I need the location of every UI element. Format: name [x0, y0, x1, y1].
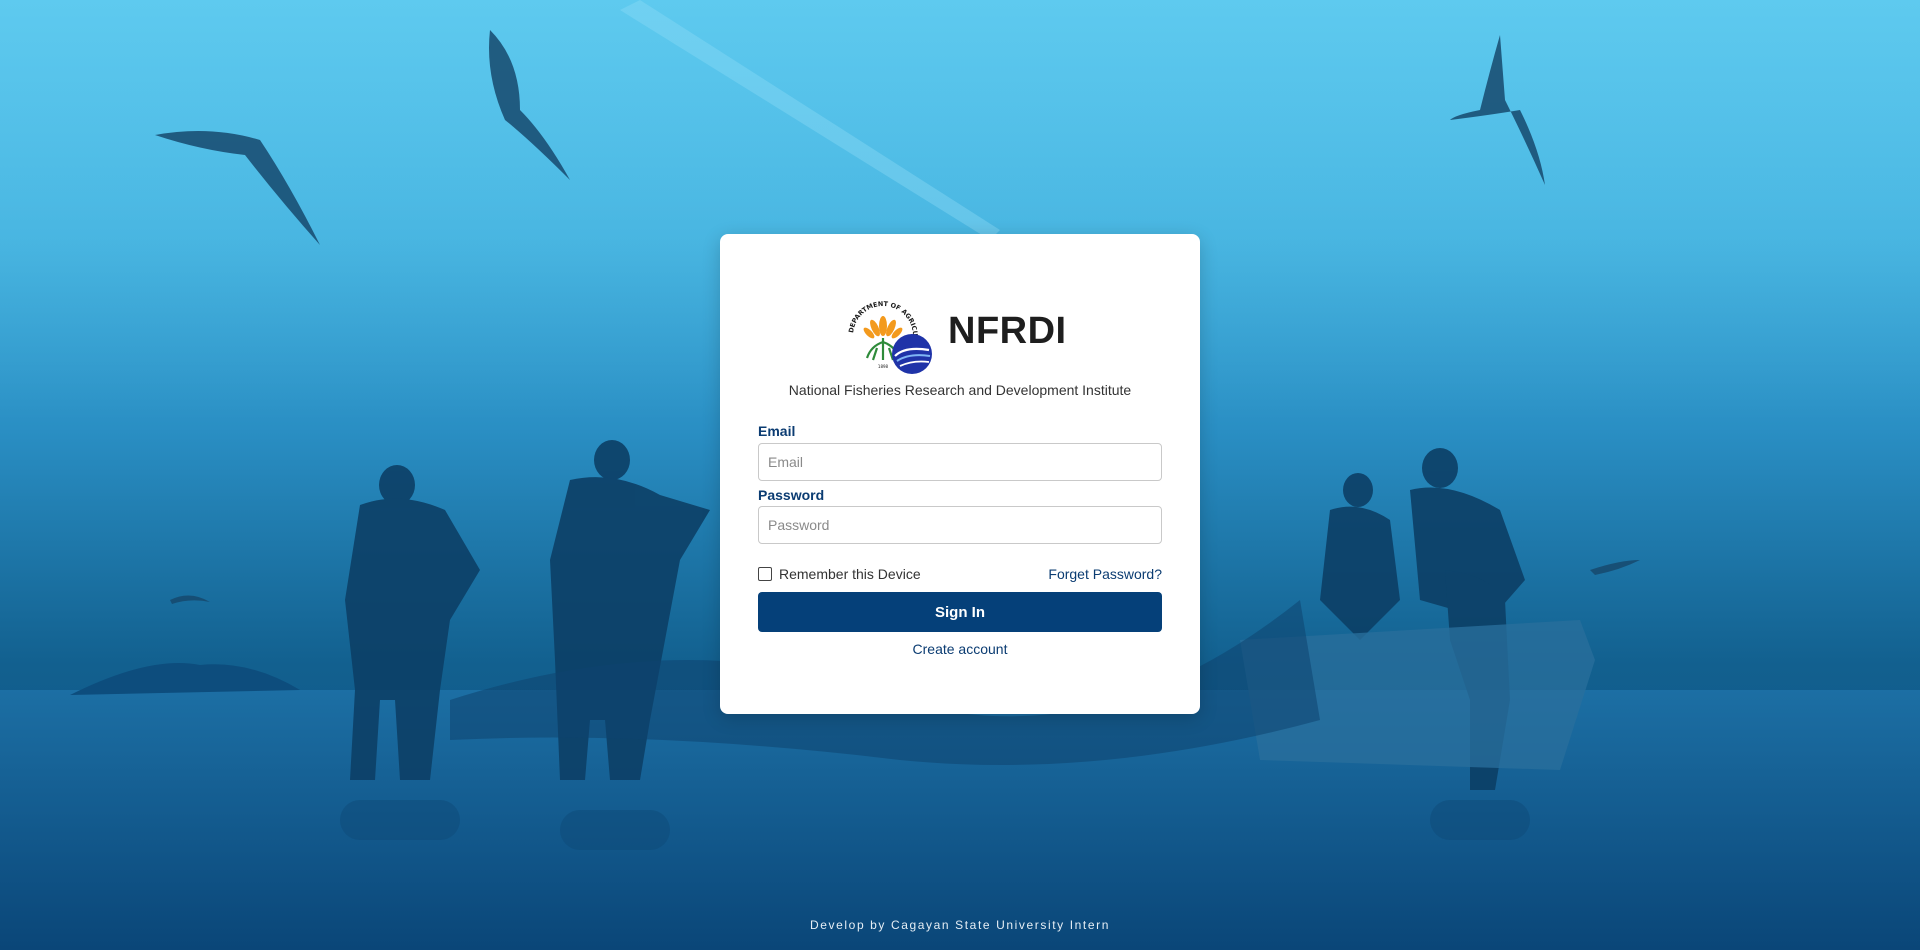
email-label: Email — [758, 423, 796, 439]
email-field[interactable] — [758, 443, 1162, 481]
brand-name: NFRDI — [948, 310, 1067, 352]
password-label: Password — [758, 487, 825, 503]
create-account-link[interactable]: Create account — [913, 641, 1008, 657]
footer-credit: Develop by Cagayan State University Inte… — [810, 918, 1110, 932]
svg-text:1898: 1898 — [878, 364, 889, 369]
login-card: DEPARTMENT OF AGRICULTURE 1898 — [720, 234, 1200, 714]
forget-password-link[interactable]: Forget Password? — [1048, 565, 1162, 583]
password-field[interactable] — [758, 506, 1162, 544]
brand-subtitle: National Fisheries Research and Developm… — [788, 382, 1132, 398]
remember-checkbox[interactable] — [758, 567, 772, 581]
da-bfar-logo: DEPARTMENT OF AGRICULTURE 1898 — [843, 298, 932, 374]
sign-in-button[interactable]: Sign In — [758, 592, 1162, 632]
create-account-row: Create account — [720, 641, 1200, 657]
remember-device: Remember this Device — [758, 565, 921, 583]
remember-label: Remember this Device — [779, 566, 921, 582]
brand-header: DEPARTMENT OF AGRICULTURE 1898 — [720, 298, 1200, 378]
